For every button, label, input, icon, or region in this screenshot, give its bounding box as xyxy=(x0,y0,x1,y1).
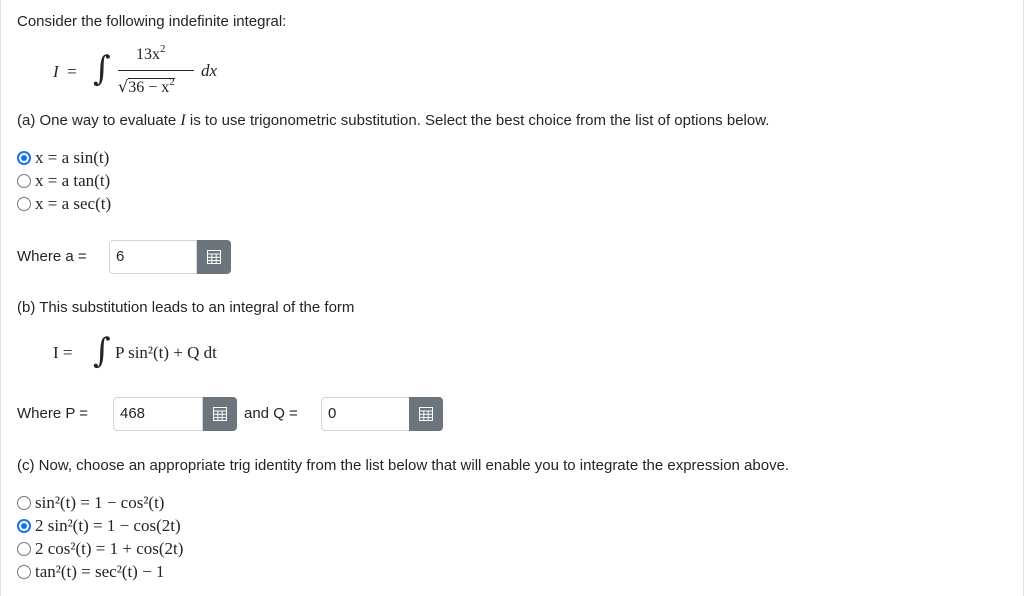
part-c-prompt: (c) Now, choose an appropriate trig iden… xyxy=(17,457,790,474)
where-p-label: Where P = xyxy=(17,405,89,422)
integral-sign-b: ∫ xyxy=(93,331,111,371)
radio-button[interactable] xyxy=(17,542,31,556)
radio-button[interactable] xyxy=(17,565,31,579)
where-a-label: Where a = xyxy=(17,248,87,265)
calculator-button-a[interactable] xyxy=(197,240,231,274)
fraction-bar xyxy=(118,70,194,71)
radio-button[interactable] xyxy=(17,519,31,533)
radio-button[interactable] xyxy=(17,174,31,188)
part-a-prompt: (a) One way to evaluate I is to use trig… xyxy=(17,112,770,129)
calculator-button-p[interactable] xyxy=(203,397,237,431)
option-label: 2 sin²(t) = 1 − cos(2t) xyxy=(35,516,181,535)
identity-option-4[interactable]: tan²(t) = sec²(t) − 1 xyxy=(17,561,164,583)
identity-option-2[interactable]: 2 sin²(t) = 1 − cos(2t) xyxy=(17,515,181,537)
form-lhs: I = xyxy=(53,343,73,362)
option-label: x = a sec(t) xyxy=(35,194,112,213)
radio-button[interactable] xyxy=(17,197,31,211)
q-value-input[interactable]: 0 xyxy=(321,397,411,431)
calculator-icon xyxy=(419,407,433,421)
a-value-input[interactable]: 6 xyxy=(109,240,197,274)
option-label: sin²(t) = 1 − cos²(t) xyxy=(35,493,165,512)
radio-button[interactable] xyxy=(17,151,31,165)
integrand-denominator: √36 − x2 xyxy=(118,76,175,96)
calculator-icon xyxy=(207,250,221,264)
calculator-icon xyxy=(213,407,227,421)
form-rhs: P sin²(t) + Q dt xyxy=(115,343,217,362)
integral-sign: ∫ xyxy=(93,49,111,89)
radio-button[interactable] xyxy=(17,496,31,510)
integrand-numerator: 13x2 xyxy=(136,43,166,63)
question-panel: Consider the following indefinite integr… xyxy=(0,0,1024,596)
and-q-label: and Q = xyxy=(244,405,298,422)
intro-text: Consider the following indefinite integr… xyxy=(17,13,287,30)
option-label: x = a tan(t) xyxy=(35,171,111,190)
integral-dx: dx xyxy=(201,61,218,80)
identity-option-3[interactable]: 2 cos²(t) = 1 + cos(2t) xyxy=(17,538,183,560)
option-a-sec[interactable]: x = a sec(t) xyxy=(17,193,111,215)
p-value-input[interactable]: 468 xyxy=(113,397,203,431)
identity-option-1[interactable]: sin²(t) = 1 − cos²(t) xyxy=(17,492,164,514)
option-a-sin[interactable]: x = a sin(t) xyxy=(17,147,109,169)
integral-lhs: I = xyxy=(53,62,77,81)
option-label: x = a sin(t) xyxy=(35,148,110,167)
option-label: 2 cos²(t) = 1 + cos(2t) xyxy=(35,539,184,558)
part-b-prompt: (b) This substitution leads to an integr… xyxy=(17,299,355,316)
option-a-tan[interactable]: x = a tan(t) xyxy=(17,170,110,192)
calculator-button-q[interactable] xyxy=(409,397,443,431)
option-label: tan²(t) = sec²(t) − 1 xyxy=(35,562,165,581)
